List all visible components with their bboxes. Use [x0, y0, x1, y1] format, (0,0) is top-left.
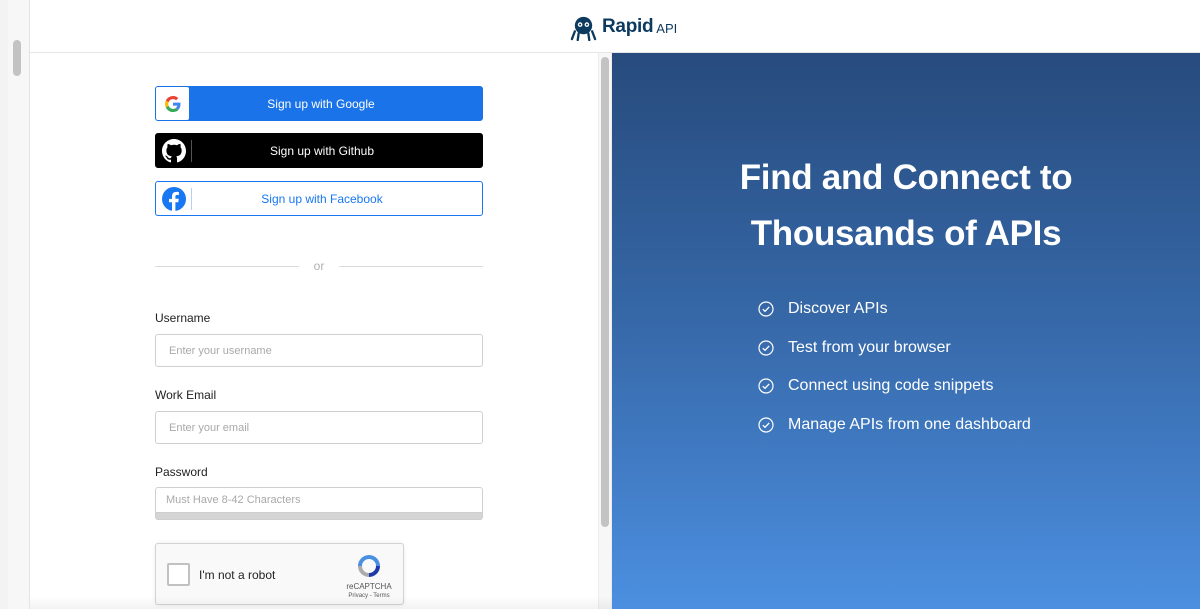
feature-item: Test from your browser [758, 329, 1031, 368]
facebook-icon [156, 181, 191, 216]
feature-list: Discover APIs Test from your browser Con… [758, 290, 1031, 444]
check-circle-icon [758, 301, 774, 317]
logo-sub: API [656, 21, 678, 36]
username-label: Username [155, 311, 211, 325]
feature-text: Test from your browser [788, 338, 951, 356]
recaptcha-brand: reCAPTCHA [346, 582, 392, 591]
check-circle-icon [758, 340, 774, 356]
github-signup-label: Sign up with Github [269, 143, 375, 158]
recaptcha-label: I'm not a robot [199, 568, 276, 582]
password-label: Password [155, 465, 208, 479]
recaptcha-icon [358, 555, 380, 577]
outer-scrollbar[interactable] [8, 0, 30, 609]
google-icon [156, 87, 189, 120]
or-divider: or [155, 259, 483, 273]
form-scrollbar-thumb[interactable] [601, 57, 609, 527]
email-label: Work Email [155, 388, 217, 402]
feature-item: Connect using code snippets [758, 367, 1031, 406]
hero-title-line-2: Thousands of APIs [750, 214, 1062, 253]
facebook-signup-button[interactable]: Sign up with Facebook [155, 181, 483, 216]
outer-scrollbar-thumb[interactable] [13, 40, 21, 76]
hero-title-line-1: Find and Connect to [739, 158, 1073, 197]
check-circle-icon [758, 417, 774, 433]
hero-pane: Find and Connect to Thousands of APIs Di… [612, 53, 1200, 609]
feature-item: Manage APIs from one dashboard [758, 406, 1031, 445]
recaptcha-checkbox[interactable] [167, 563, 190, 586]
facebook-signup-label: Sign up with Facebook [261, 191, 383, 206]
github-signup-button[interactable]: Sign up with Github [155, 133, 483, 168]
rapidapi-logo-icon [570, 16, 597, 41]
feature-text: Discover APIs [788, 300, 888, 318]
rapidapi-logo[interactable]: Rapid API [570, 12, 677, 42]
form-scrollbar[interactable] [598, 53, 612, 609]
header: Rapid API [30, 0, 1200, 53]
feature-text: Manage APIs from one dashboard [788, 415, 1031, 433]
feature-item: Discover APIs [758, 290, 1031, 329]
password-strength-bar [155, 513, 483, 520]
page: Rapid API Sign up with Google Sign up wi… [8, 0, 1200, 609]
bottom-fade [30, 596, 612, 609]
email-input[interactable] [155, 411, 483, 444]
google-signup-label: Sign up with Google [267, 96, 375, 111]
password-input[interactable] [155, 487, 483, 513]
check-circle-icon [758, 378, 774, 394]
github-icon [156, 133, 191, 168]
logo-text: Rapid [602, 16, 654, 37]
divider-line [339, 266, 483, 267]
feature-text: Connect using code snippets [788, 377, 994, 395]
signup-form-pane: Sign up with Google Sign up with Github … [30, 53, 598, 609]
username-input[interactable] [155, 334, 483, 367]
google-signup-button[interactable]: Sign up with Google [155, 86, 483, 121]
